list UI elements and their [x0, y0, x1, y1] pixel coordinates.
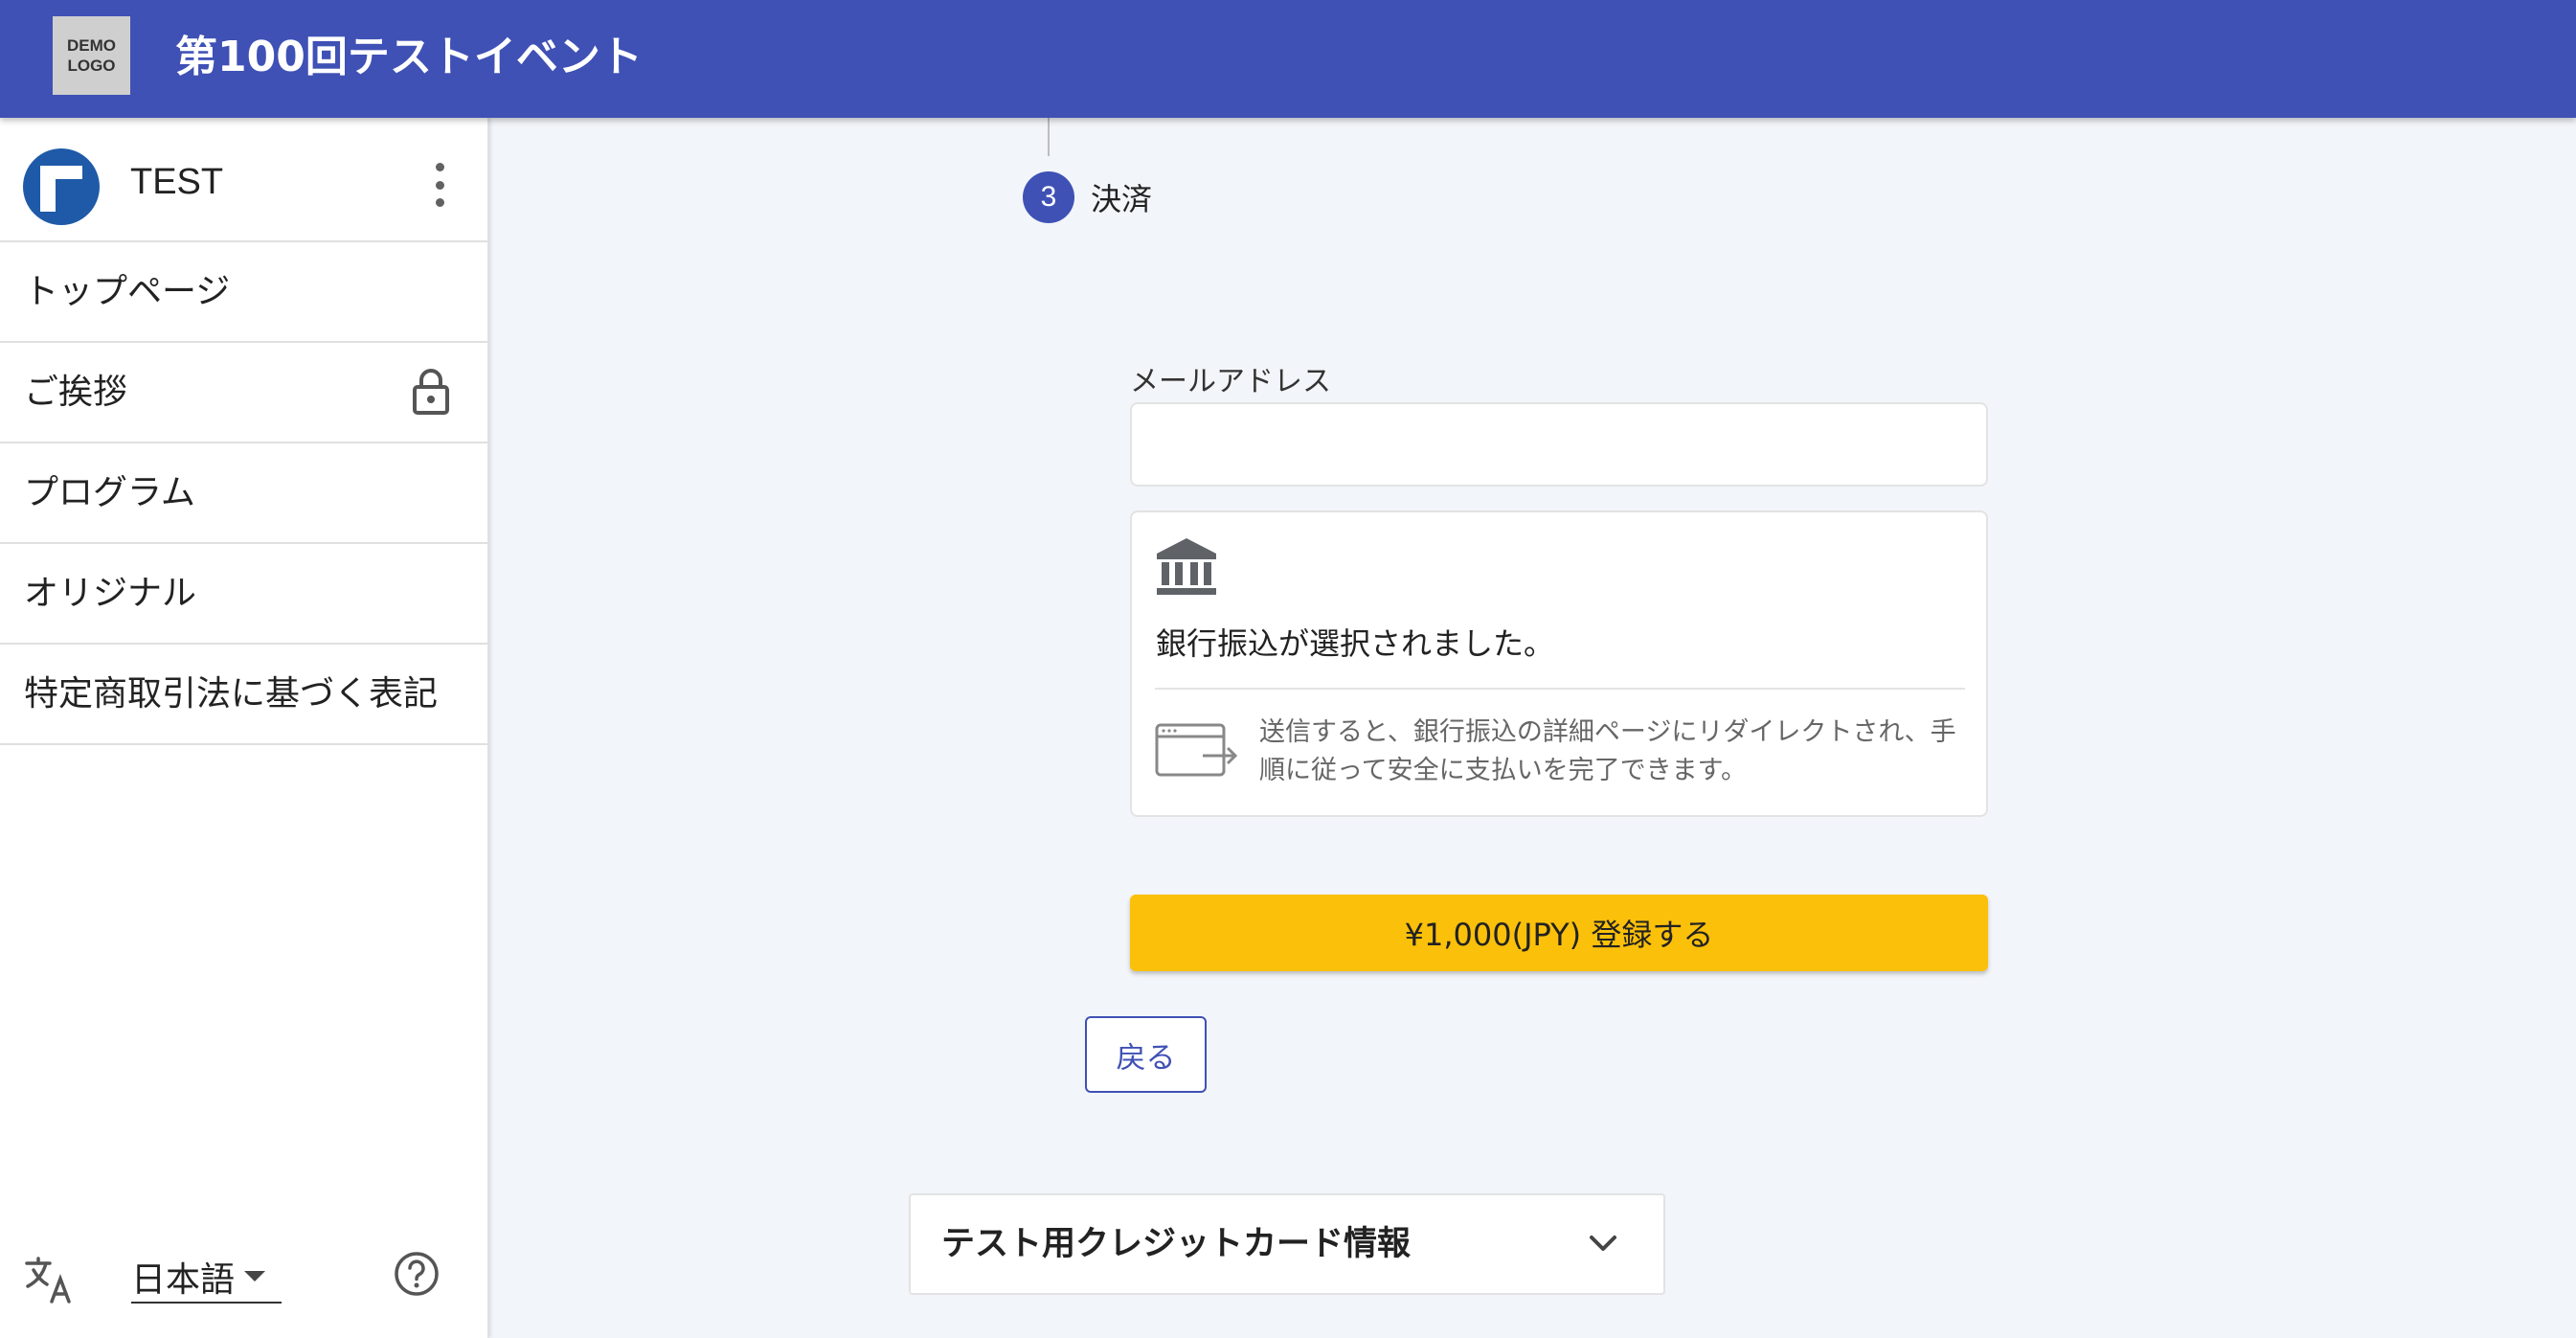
step-label: 決済 — [1091, 181, 1153, 217]
bank-icon — [1157, 538, 1216, 595]
accordion-title: テスト用クレジットカード情報 — [941, 1225, 1412, 1263]
translate-icon — [25, 1257, 71, 1304]
account-name: TEST — [130, 162, 224, 202]
back-button[interactable]: 戻る — [1085, 1016, 1207, 1093]
demo-logo[interactable]: DEMO LOGO — [53, 16, 130, 95]
sidebar-item-label: プログラム — [24, 473, 195, 512]
payment-method-card: 銀行振込が選択されました。 送信すると、銀行振込の詳細ページにリダイレクトされ、… — [1130, 510, 1988, 817]
sidebar-item-greeting[interactable]: ご挨拶 — [0, 343, 487, 443]
avatar — [23, 148, 100, 225]
sidebar-item-label: オリジナル — [24, 574, 197, 613]
register-submit-button[interactable]: ¥1,000(JPY) 登録する — [1130, 895, 1988, 971]
sidebar-item-legal-notice[interactable]: 特定商取引法に基づく表記 — [0, 645, 487, 745]
help-icon[interactable] — [393, 1250, 441, 1298]
account-section: TEST — [0, 118, 487, 242]
sidebar-item-original[interactable]: オリジナル — [0, 544, 487, 645]
sidebar-item-label: ご挨拶 — [24, 373, 128, 412]
sidebar-item-label: 特定商取引法に基づく表記 — [24, 674, 439, 714]
sidebar-item-top-page[interactable]: トップページ — [0, 242, 487, 343]
language-select[interactable]: 日本語 — [131, 1244, 282, 1304]
bank-transfer-selected-text: 銀行振込が選択されました。 — [1156, 625, 1555, 662]
event-title: 第100回テストイベント — [175, 33, 643, 81]
test-credit-card-accordion[interactable]: テスト用クレジットカード情報 — [909, 1193, 1665, 1295]
divider — [1155, 688, 1965, 690]
step-number-badge: 3 — [1023, 171, 1074, 223]
sidebar-item-program[interactable]: プログラム — [0, 443, 487, 544]
sidebar-footer: 日本語 — [0, 1233, 487, 1338]
email-field[interactable] — [1130, 402, 1988, 487]
lock-icon — [413, 369, 449, 415]
logo-line-1: DEMO — [67, 36, 116, 55]
logo-line-2: LOGO — [67, 57, 116, 75]
sidebar-item-label: トップページ — [24, 272, 231, 311]
more-vert-icon[interactable] — [428, 163, 451, 207]
caret-down-icon — [244, 1271, 265, 1281]
redirect-icon — [1155, 723, 1237, 777]
language-label: 日本語 — [131, 1260, 236, 1300]
redirect-description: 送信すると、銀行振込の詳細ページにリダイレクトされ、手順に従って安全に支払いを完… — [1259, 717, 1956, 785]
chevron-down-icon — [1590, 1236, 1616, 1251]
app-header: DEMO LOGO 第100回テストイベント — [0, 0, 2576, 118]
stepper-connector — [1048, 118, 1050, 156]
sidebar: TEST トップページ ご挨拶 プログラム オリジナル 特定商取引法に基づく表記 — [0, 118, 488, 1338]
email-label: メールアドレス — [1130, 365, 1331, 398]
